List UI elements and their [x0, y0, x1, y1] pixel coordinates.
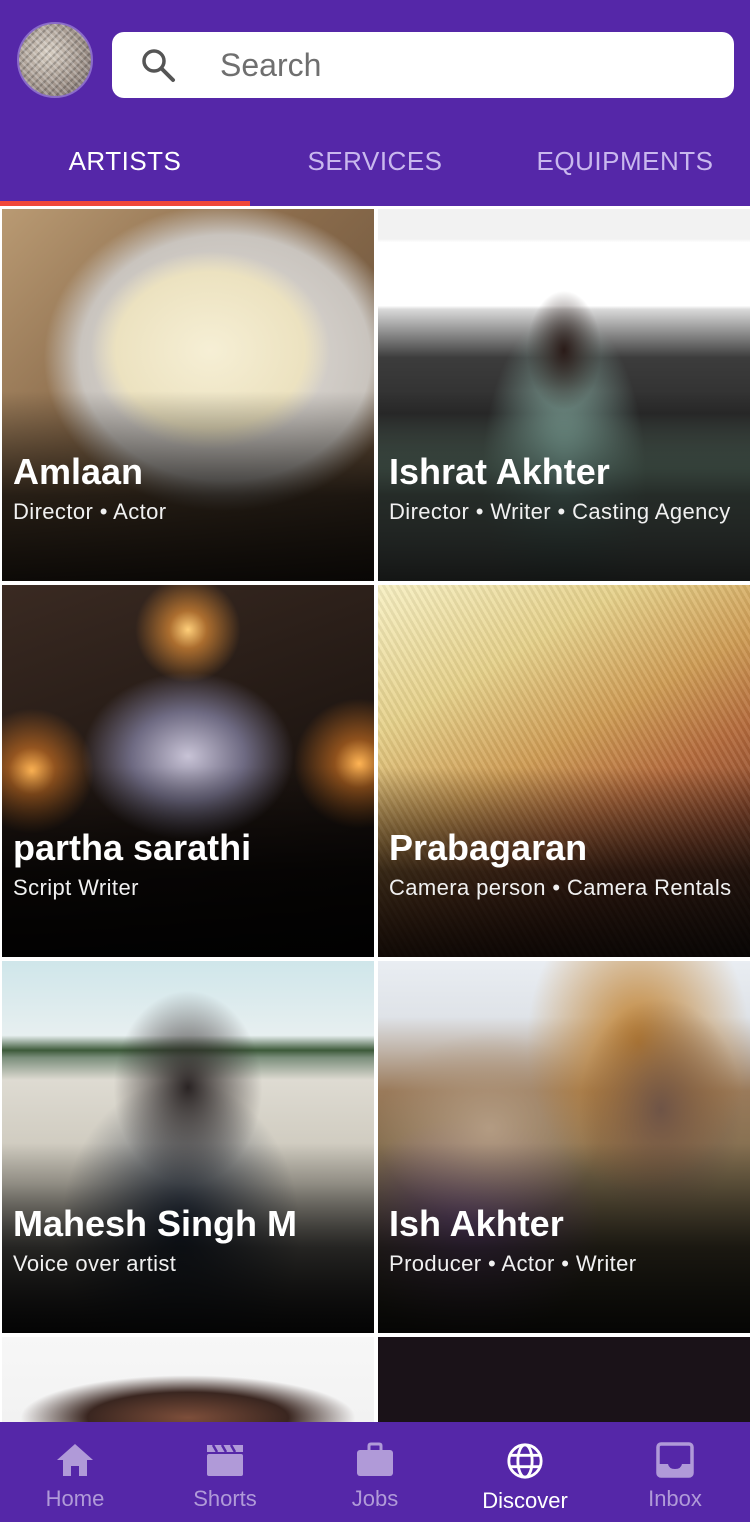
artist-card[interactable]: Mahesh Singh M Voice over artist — [2, 961, 374, 1333]
artist-card[interactable]: Ishrat Akhter Director • Writer • Castin… — [378, 209, 750, 581]
artist-card[interactable]: partha sarathi Script Writer — [2, 585, 374, 957]
artist-card-partial[interactable] — [2, 1337, 374, 1422]
tab-equipments[interactable]: EQUIPMENTS — [500, 116, 750, 206]
briefcase-icon — [357, 1442, 393, 1476]
active-tab-indicator — [0, 201, 250, 206]
tab-label: ARTISTS — [68, 145, 182, 176]
artist-roles: Camera person • Camera Rentals — [389, 875, 732, 900]
artist-roles: Script Writer — [13, 875, 139, 900]
artist-name: Prabagaran — [389, 827, 588, 868]
tab-services[interactable]: SERVICES — [250, 116, 500, 206]
artist-roles: Voice over artist — [13, 1251, 177, 1276]
artist-roles: Director • Writer • Casting Agency — [389, 499, 731, 524]
nav-label: Home — [45, 1486, 105, 1511]
search-icon — [142, 49, 175, 82]
artist-card[interactable]: Ish Akhter Producer • Actor • Writer — [378, 961, 750, 1333]
nav-discover[interactable]: Discover — [450, 1422, 600, 1522]
artist-name: Amlaan — [13, 451, 144, 492]
artist-roles: Director • Actor — [13, 499, 167, 524]
artist-card[interactable]: Prabagaran Camera person • Camera Rental… — [378, 585, 750, 957]
nav-shorts[interactable]: Shorts — [150, 1422, 300, 1522]
home-icon — [57, 1444, 93, 1476]
nav-label: Jobs — [351, 1486, 399, 1511]
nav-home[interactable]: Home — [0, 1422, 150, 1522]
artist-name: partha sarathi — [13, 827, 252, 868]
inbox-icon — [656, 1442, 694, 1478]
search-input[interactable]: Search — [220, 47, 321, 83]
artist-name: Ishrat Akhter — [389, 451, 610, 492]
nav-inbox[interactable]: Inbox — [600, 1422, 750, 1522]
nav-label: Shorts — [193, 1486, 257, 1511]
nav-label: Inbox — [648, 1486, 702, 1511]
app-bar: Search ARTISTS SERVICES EQUIPMENTS — [0, 0, 750, 206]
artist-card[interactable]: Amlaan Director • Actor — [2, 209, 374, 581]
user-avatar[interactable] — [17, 22, 93, 98]
category-tabs: ARTISTS SERVICES EQUIPMENTS — [0, 116, 750, 206]
nav-label: Discover — [482, 1488, 568, 1513]
search-bar[interactable]: Search — [112, 32, 734, 98]
artist-name: Mahesh Singh M — [13, 1203, 298, 1244]
bottom-navigation: Home Shorts Jobs Discover Inbox — [0, 1422, 750, 1522]
tab-label: SERVICES — [307, 145, 443, 176]
tab-artists[interactable]: ARTISTS — [0, 116, 250, 206]
artist-name: Ish Akhter — [389, 1203, 564, 1244]
artist-roles: Producer • Actor • Writer — [389, 1251, 637, 1276]
tab-label: EQUIPMENTS — [536, 145, 714, 176]
nav-jobs[interactable]: Jobs — [300, 1422, 450, 1522]
artist-card-partial[interactable] — [378, 1337, 750, 1422]
globe-icon — [507, 1443, 543, 1479]
clapperboard-icon — [207, 1444, 243, 1476]
